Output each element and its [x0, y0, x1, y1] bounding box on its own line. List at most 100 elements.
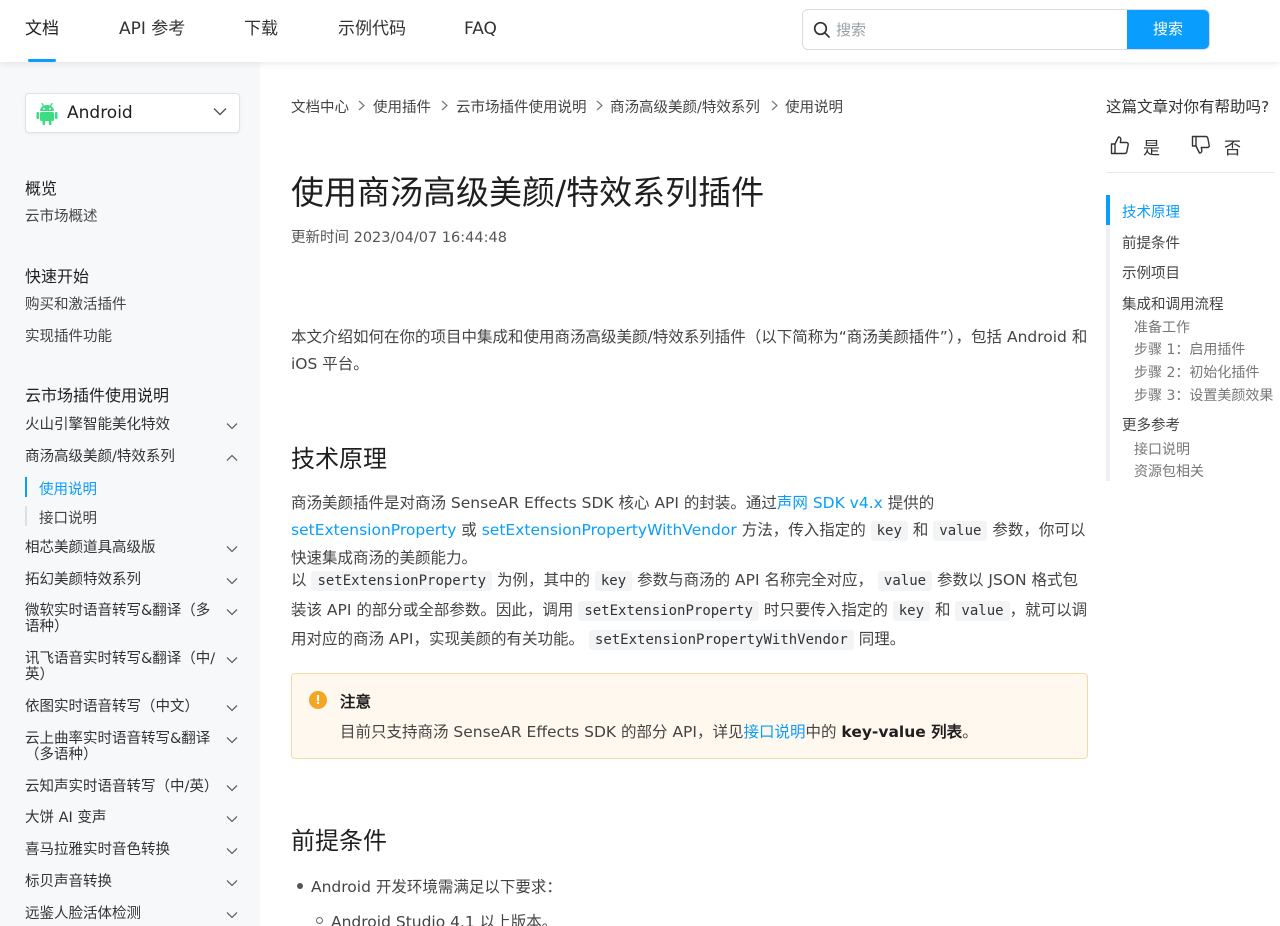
- sidebar-group-label: 商汤高级美颜/特效系列: [25, 449, 175, 465]
- breadcrumb-item[interactable]: 文档中心: [291, 96, 349, 117]
- platform-selector[interactable]: Android: [25, 93, 240, 133]
- sidebar-group-faceunity[interactable]: 相芯美颜道具高级版: [25, 540, 240, 556]
- breadcrumb-item[interactable]: 商汤高级美颜/特效系列: [610, 96, 760, 117]
- toc-item-step-2[interactable]: 步骤 2：初始化插件: [1134, 362, 1259, 382]
- sidebar-group-curvature[interactable]: 云上曲率实时语音转写&翻译（多语种）: [25, 731, 240, 763]
- inline-code: value: [955, 600, 1010, 621]
- chevron-down-icon: [226, 912, 238, 919]
- sidebar-group-dabing[interactable]: 大饼 AI 变声: [25, 810, 240, 826]
- note-callout: ! 注意 目前只支持商汤 SenseAR Effects SDK 的部分 API…: [291, 673, 1088, 759]
- chevron-down-icon: [226, 609, 238, 616]
- search-input[interactable]: [836, 10, 1126, 49]
- sidebar-group-label: 标贝声音转换: [25, 874, 112, 890]
- sidebar-group-yitu[interactable]: 依图实时语音转写（中文）: [25, 699, 240, 715]
- toc-item-sample-project[interactable]: 示例项目: [1122, 262, 1180, 283]
- sidebar-group-tillusory[interactable]: 拓幻美颜特效系列: [25, 572, 240, 588]
- chevron-down-icon: [226, 880, 238, 887]
- chevron-down-icon: [226, 657, 238, 664]
- toc-item-more-reference[interactable]: 更多参考: [1122, 414, 1180, 435]
- sidebar-group-sensetime[interactable]: 商汤高级美颜/特效系列: [25, 449, 240, 465]
- chevron-right-icon: [596, 100, 603, 111]
- page-title: 使用商汤高级美颜/特效系列插件: [291, 173, 765, 212]
- chevron-down-icon: [226, 816, 238, 823]
- sidebar-group-ximalaya[interactable]: 喜马拉雅实时音色转换: [25, 842, 240, 858]
- sidebar-item-marketplace-overview[interactable]: 云市场概述: [25, 209, 98, 226]
- active-indicator: [25, 477, 27, 497]
- text: 参数与商汤的 API 名称完全对应，: [632, 571, 878, 589]
- breadcrumb-item[interactable]: 云市场插件使用说明: [456, 96, 587, 117]
- link-set-extension-property[interactable]: setExtensionProperty: [291, 521, 456, 539]
- text: 和: [930, 600, 956, 619]
- chevron-right-icon: [358, 100, 365, 111]
- tab-sample-code[interactable]: 示例代码: [338, 0, 406, 62]
- tab-download[interactable]: 下载: [244, 0, 278, 62]
- link-agora-sdk[interactable]: 声网 SDK v4.x: [777, 494, 883, 512]
- inline-code: key: [892, 600, 931, 621]
- text: 中的: [805, 723, 842, 741]
- sidebar-item-implement[interactable]: 实现插件功能: [25, 329, 112, 346]
- toc-item-resources[interactable]: 资源包相关: [1134, 461, 1204, 481]
- toc-item-api-description[interactable]: 接口说明: [1134, 439, 1190, 459]
- inline-code: setExtensionPropertyWithVendor: [588, 630, 854, 650]
- feedback-no-button[interactable]: 否: [1191, 134, 1251, 159]
- link-set-extension-property-with-vendor[interactable]: setExtensionPropertyWithVendor: [482, 521, 737, 539]
- sidebar-group-label: 火山引擎智能美化特效: [25, 417, 170, 433]
- text: 以: [291, 571, 312, 589]
- search-box: 搜索: [802, 9, 1210, 50]
- note-text: 目前只支持商汤 SenseAR Effects SDK 的部分 API，详见接口…: [340, 720, 978, 742]
- sidebar-item-api-description[interactable]: 接口说明: [25, 506, 240, 527]
- text: 方法，传入指定的: [736, 521, 871, 539]
- sidebar-group-volcano[interactable]: 火山引擎智能美化特效: [25, 417, 240, 433]
- text: 商汤美颜插件是对商汤 SenseAR Effects SDK 核心 API 的封…: [291, 494, 777, 512]
- sidebar-group-biaobei[interactable]: 标贝声音转换: [25, 874, 240, 890]
- sidebar-heading-quickstart: 快速开始: [25, 267, 90, 286]
- chevron-down-icon: [226, 848, 238, 855]
- sidebar-group-label: 云知声实时语音转写（中/英）: [25, 779, 219, 795]
- sidebar-group-unisound[interactable]: 云知声实时语音转写（中/英）: [25, 779, 240, 795]
- principle-paragraph-1: 商汤美颜插件是对商汤 SenseAR Effects SDK 核心 API 的封…: [291, 490, 1088, 572]
- breadcrumb-item-current: 使用说明: [785, 100, 843, 116]
- search-button[interactable]: 搜索: [1127, 10, 1209, 49]
- intro-paragraph: 本文介绍如何在你的项目中集成和使用商汤高级美颜/特效系列插件（以下简称为“商汤美…: [291, 328, 1088, 373]
- sidebar-sub-label: 使用说明: [39, 482, 97, 498]
- sidebar-group-label: 远鉴人脸活体检测: [25, 906, 141, 922]
- toc-item-step-3[interactable]: 步骤 3：设置美颜效果: [1134, 385, 1273, 405]
- sidebar-item-buy-activate[interactable]: 购买和激活插件: [25, 297, 127, 314]
- chevron-up-icon: [226, 454, 238, 461]
- sidebar-group-label: 云上曲率实时语音转写&翻译（多语种）: [25, 731, 211, 763]
- sidebar-group-label: 喜马拉雅实时音色转换: [25, 842, 170, 858]
- thumbs-down-icon: [1191, 135, 1210, 154]
- text: 同理。: [853, 630, 906, 648]
- sidebar-group-iflytek[interactable]: 讯飞语音实时转写&翻译（中/英）: [25, 651, 240, 683]
- tab-api-reference[interactable]: API 参考: [119, 0, 185, 62]
- feedback-yes-label: 是: [1143, 139, 1160, 159]
- note-title: 注意: [340, 693, 372, 711]
- toc-track: [1106, 195, 1110, 481]
- link-api-description[interactable]: 接口说明: [743, 723, 805, 741]
- feedback-yes-button[interactable]: 是: [1110, 134, 1170, 159]
- sidebar-heading-plugins: 云市场插件使用说明: [25, 386, 170, 405]
- thumbs-up-icon: [1110, 136, 1129, 155]
- tab-faq[interactable]: FAQ: [464, 0, 497, 62]
- sidebar-group-yuanjian[interactable]: 远鉴人脸活体检测: [25, 906, 240, 922]
- feedback-question: 这篇文章对你有帮助吗?: [1106, 98, 1270, 116]
- chevron-down-icon: [226, 737, 238, 744]
- toc-item-step-1[interactable]: 步骤 1：启用插件: [1134, 339, 1245, 359]
- sidebar-group-label: 讯飞语音实时转写&翻译（中/英）: [25, 651, 216, 683]
- text: 提供的: [882, 494, 935, 512]
- text: 时只要传入指定的: [758, 600, 893, 619]
- chevron-down-icon: [226, 423, 238, 430]
- toc-item-prerequisites[interactable]: 前提条件: [1122, 232, 1180, 253]
- toc-item-integration-flow[interactable]: 集成和调用流程: [1122, 293, 1224, 314]
- update-time: 更新时间 2023/04/07 16:44:48: [291, 230, 507, 246]
- toc-item-principle[interactable]: 技术原理: [1122, 201, 1180, 222]
- sidebar-group-label: 依图实时语音转写（中文）: [25, 699, 199, 715]
- breadcrumb-item[interactable]: 使用插件: [373, 96, 431, 117]
- sidebar-item-usage-guide[interactable]: 使用说明: [25, 477, 240, 498]
- sidebar-group-microsoft[interactable]: 微软实时语音转写&翻译（多语种）: [25, 603, 240, 635]
- toc-item-preparation[interactable]: 准备工作: [1134, 317, 1190, 337]
- divider: [1106, 172, 1274, 173]
- sidebar-heading-overview: 概览: [25, 179, 58, 198]
- text: 目前只支持商汤 SenseAR Effects SDK 的部分 API，详见: [340, 723, 744, 741]
- tab-docs[interactable]: 文档: [25, 0, 59, 62]
